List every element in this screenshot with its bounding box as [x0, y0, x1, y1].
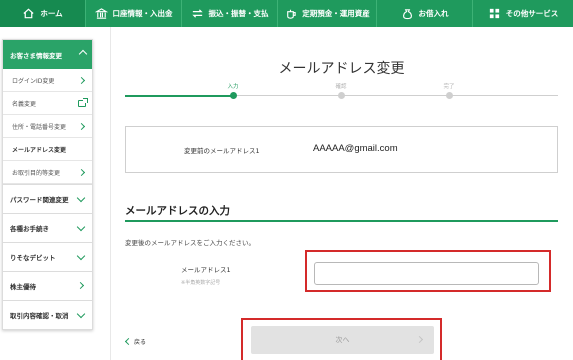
progress-stepper: 入力 確認 完了: [125, 82, 558, 99]
sidebar-item-debit[interactable]: りそなデビット: [3, 242, 92, 271]
current-email-value: AAAAA@gmail.com: [313, 143, 398, 154]
step-dot-input: [229, 92, 237, 99]
sidebar-item-name-change[interactable]: 名義変更: [3, 92, 92, 115]
nav-deposits[interactable]: 定期預金・運用資産: [278, 0, 377, 27]
sidebar: お客さま情報変更 ログインID変更 名義変更 住所・電話番号変更 メールアドレス…: [2, 39, 93, 330]
nav-label: お借入れ: [418, 9, 449, 18]
step-label-complete: 完了: [443, 84, 455, 90]
nav-label: その他サービス: [505, 9, 559, 18]
sidebar-item-password[interactable]: パスワード関連変更: [3, 184, 92, 213]
nav-loans[interactable]: お借入れ: [377, 0, 473, 27]
new-email-input[interactable]: [314, 262, 539, 285]
chevron-down-icon: [76, 251, 86, 261]
sidebar-item-label: 株主優待: [10, 283, 36, 291]
top-navigation: ホーム 口座情報・入出金 振込・振替・支払 定期預金・運用資産 お借入れ その他…: [0, 0, 573, 27]
sidebar-item-label: りそなデビット: [10, 254, 56, 262]
nav-label: 口座情報・入出金: [112, 9, 173, 18]
step-label-input: 入力: [227, 84, 239, 90]
sidebar-item-transaction-purpose[interactable]: お取引目的等変更: [3, 161, 92, 184]
sidebar-item-email-change[interactable]: メールアドレス変更: [3, 138, 92, 161]
sidebar-item-label: 名義変更: [12, 100, 37, 108]
chevron-up-icon: [78, 49, 88, 59]
coin-bag-icon: [402, 9, 412, 20]
next-button[interactable]: 次へ: [251, 326, 434, 354]
sidebar-item-label: ログインID変更: [12, 77, 55, 85]
nav-label: 定期預金・運用資産: [302, 9, 370, 18]
chevron-right-icon: [415, 335, 424, 344]
sidebar-item-login-id[interactable]: ログインID変更: [3, 69, 92, 92]
section-title: メールアドレスの入力: [125, 205, 230, 217]
chevron-down-icon: [76, 309, 86, 319]
chevron-left-icon: [124, 337, 133, 346]
sidebar-item-procedures[interactable]: 各種お手続き: [3, 213, 92, 242]
home-icon: [23, 8, 34, 19]
grid-icon: [489, 8, 499, 19]
step-label-confirm: 確認: [335, 84, 347, 90]
sidebar-item-transactions[interactable]: 取引内容確認・取消: [3, 300, 92, 329]
sidebar-item-label: パスワード関連変更: [10, 196, 69, 204]
instruction-text: 変更後のメールアドレスをご入力ください。: [125, 239, 255, 247]
current-email-box: 変更前のメールアドレス1 AAAAA@gmail.com: [125, 126, 558, 173]
stepper-track-progress: [125, 94, 233, 97]
chevron-down-icon: [76, 193, 86, 203]
email-field-label: メールアドレス1: [181, 266, 231, 274]
nav-label: 振込・振替・支払: [208, 9, 269, 18]
sidebar-item-label: お取引目的等変更: [12, 169, 61, 177]
sidebar-header-customer-info[interactable]: お客さま情報変更: [3, 40, 92, 69]
nav-home[interactable]: ホーム: [0, 0, 86, 27]
chevron-right-icon: [77, 168, 86, 176]
back-label: 戻る: [134, 339, 147, 346]
email-field-note: ※半角英数字記号: [181, 280, 221, 286]
sidebar-header-label: お客さま情報変更: [10, 51, 62, 60]
bank-icon: [94, 8, 108, 19]
external-link-icon: [78, 98, 88, 107]
sidebar-item-label: 各種お手続き: [10, 225, 49, 233]
step-dot-complete: [445, 92, 453, 99]
sidebar-item-label: 住所・電話番号変更: [12, 123, 67, 131]
chevron-down-icon: [76, 222, 86, 232]
chevron-right-icon: [77, 122, 86, 130]
sidebar-item-label: 取引内容確認・取消: [10, 312, 69, 320]
current-email-label: 変更前のメールアドレス1: [184, 147, 260, 155]
step-dot-confirm: [337, 92, 345, 99]
divider: [110, 27, 111, 360]
section-divider: [125, 220, 558, 222]
sidebar-item-label: メールアドレス変更: [12, 146, 67, 154]
sidebar-item-shareholder[interactable]: 株主優待: [3, 271, 92, 300]
back-link[interactable]: 戻る: [124, 337, 147, 346]
nav-account-info[interactable]: 口座情報・入出金: [86, 0, 182, 27]
next-button-label: 次へ: [335, 336, 350, 344]
nav-other-services[interactable]: その他サービス: [473, 0, 573, 27]
nav-transfer[interactable]: 振込・振替・支払: [182, 0, 278, 27]
sidebar-item-address-phone[interactable]: 住所・電話番号変更: [3, 115, 92, 138]
chevron-right-icon: [76, 281, 85, 290]
page-title: メールアドレス変更: [278, 61, 405, 77]
transfer-icon: [191, 9, 203, 18]
nav-label: ホーム: [40, 9, 63, 18]
teapot-icon: [287, 9, 296, 19]
chevron-right-icon: [77, 76, 86, 84]
